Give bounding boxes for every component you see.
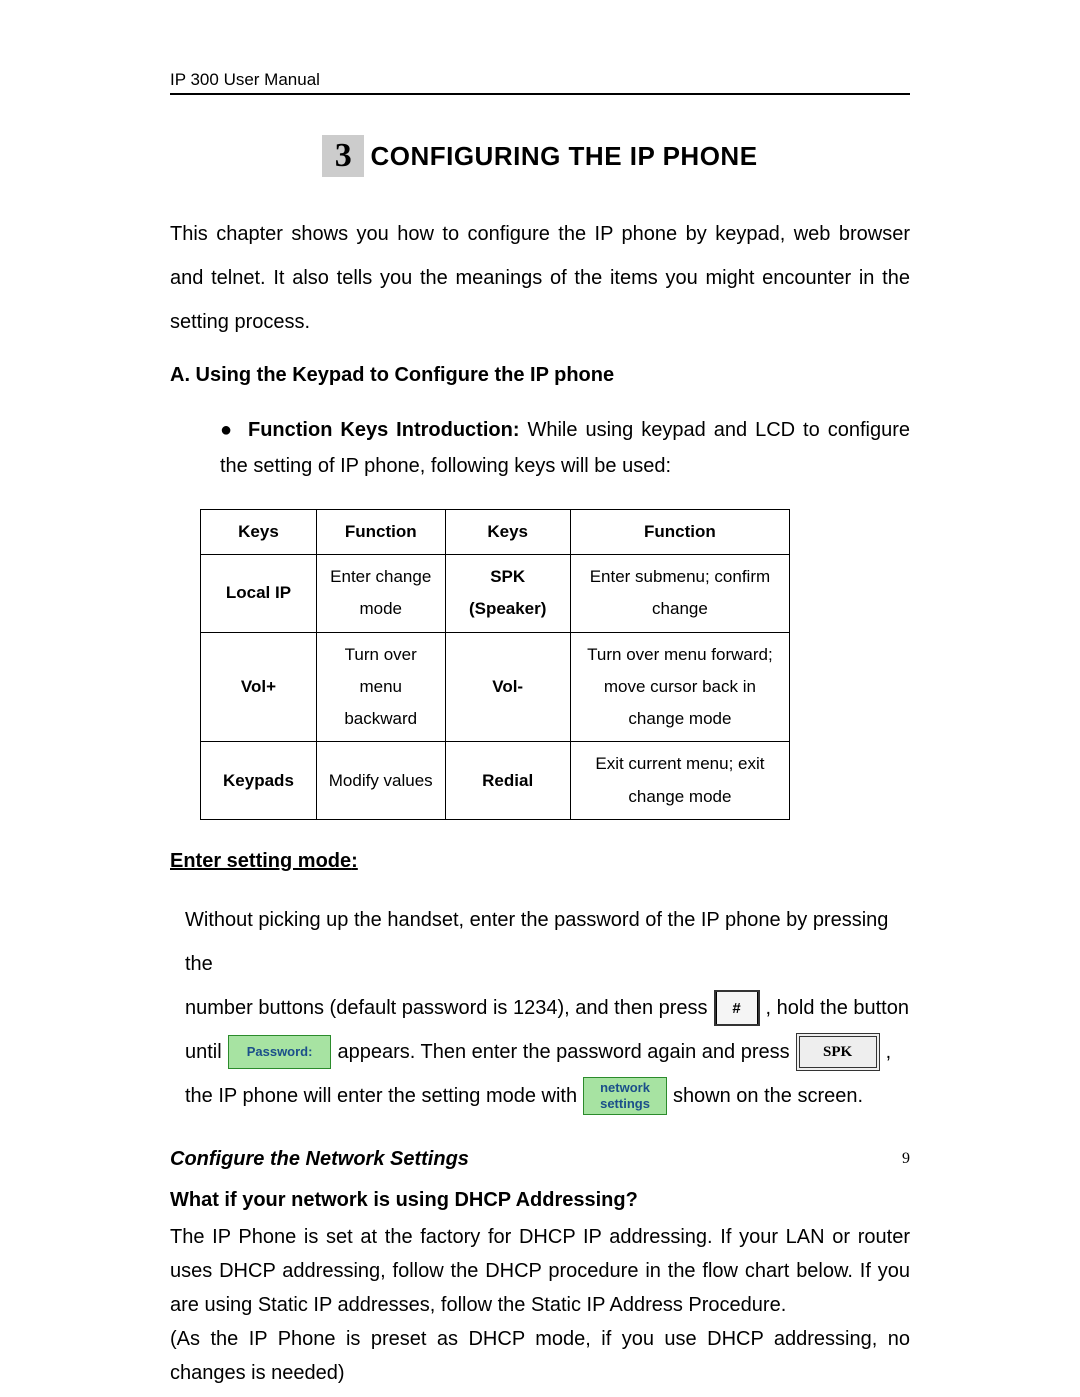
th-function-2: Function xyxy=(570,510,789,555)
flow-text: , hold the button xyxy=(766,986,909,1030)
cell-func: Turn over menu forward; move cursor back… xyxy=(570,632,789,742)
bullet-lead: Function Keys Introduction: xyxy=(248,419,520,441)
dhcp-question-heading: What if your network is using DHCP Addre… xyxy=(170,1189,910,1212)
running-header: IP 300 User Manual xyxy=(170,70,910,95)
enter-setting-mode-heading: Enter setting mode: xyxy=(170,850,910,873)
cell-func: Enter change mode xyxy=(316,555,445,633)
setting-mode-flow: Without picking up the handset, enter th… xyxy=(185,898,910,1118)
th-keys-1: Keys xyxy=(201,510,317,555)
cell-key: Redial xyxy=(445,742,570,820)
table-row: Vol+ Turn over menu backward Vol- Turn o… xyxy=(201,632,790,742)
flow-text: , xyxy=(886,1030,892,1074)
hash-key-icon: # xyxy=(714,990,760,1026)
cell-func: Turn over menu backward xyxy=(316,632,445,742)
bullet-dot: ● xyxy=(220,412,240,448)
flow-text: Without picking up the handset, enter th… xyxy=(185,898,910,986)
flow-text: shown on the screen. xyxy=(673,1074,863,1118)
cell-key: Vol+ xyxy=(201,632,317,742)
function-keys-table: Keys Function Keys Function Local IP Ent… xyxy=(200,509,790,820)
flow-text: appears. Then enter the password again a… xyxy=(337,1030,789,1074)
cell-func: Enter submenu; confirm change xyxy=(570,555,789,633)
lcd-network-settings-box: network settings xyxy=(583,1077,667,1114)
section-a-heading: A. Using the Keypad to Configure the IP … xyxy=(170,364,910,387)
table-row: Local IP Enter change mode SPK (Speaker)… xyxy=(201,555,790,633)
th-keys-2: Keys xyxy=(445,510,570,555)
flow-text: until xyxy=(185,1030,222,1074)
lcd-password-box: Password: xyxy=(228,1035,332,1069)
lcd-line2: settings xyxy=(600,1096,650,1112)
page-number: 9 xyxy=(902,1150,910,1168)
th-function-1: Function xyxy=(316,510,445,555)
flow-text: number buttons (default password is 1234… xyxy=(185,986,708,1030)
enter-setting-mode-text: Enter setting mode xyxy=(170,850,351,872)
flow-text: the IP phone will enter the setting mode… xyxy=(185,1074,577,1118)
function-keys-bullet: ● Function Keys Introduction: While usin… xyxy=(220,412,910,484)
document-page: IP 300 User Manual 3 CONFIGURING THE IP … xyxy=(0,0,1080,1390)
table-header-row: Keys Function Keys Function xyxy=(201,510,790,555)
cell-key: SPK (Speaker) xyxy=(445,555,570,633)
cell-func: Modify values xyxy=(316,742,445,820)
lcd-line1: network xyxy=(600,1080,650,1096)
dhcp-paragraph-2: (As the IP Phone is preset as DHCP mode,… xyxy=(170,1322,910,1390)
cell-func: Exit current menu; exit change mode xyxy=(570,742,789,820)
chapter-title: 3 CONFIGURING THE IP PHONE xyxy=(170,135,910,177)
intro-paragraph: This chapter shows you how to configure … xyxy=(170,212,910,344)
dhcp-paragraph-1: The IP Phone is set at the factory for D… xyxy=(170,1220,910,1322)
table-row: Keypads Modify values Redial Exit curren… xyxy=(201,742,790,820)
cell-key: Keypads xyxy=(201,742,317,820)
spk-key-icon: SPK xyxy=(796,1033,880,1071)
chapter-number-box: 3 xyxy=(322,135,364,177)
configure-network-heading: Configure the Network Settings xyxy=(170,1148,910,1171)
chapter-title-text: CONFIGURING THE IP PHONE xyxy=(370,141,757,172)
cell-key: Local IP xyxy=(201,555,317,633)
cell-key: Vol- xyxy=(445,632,570,742)
